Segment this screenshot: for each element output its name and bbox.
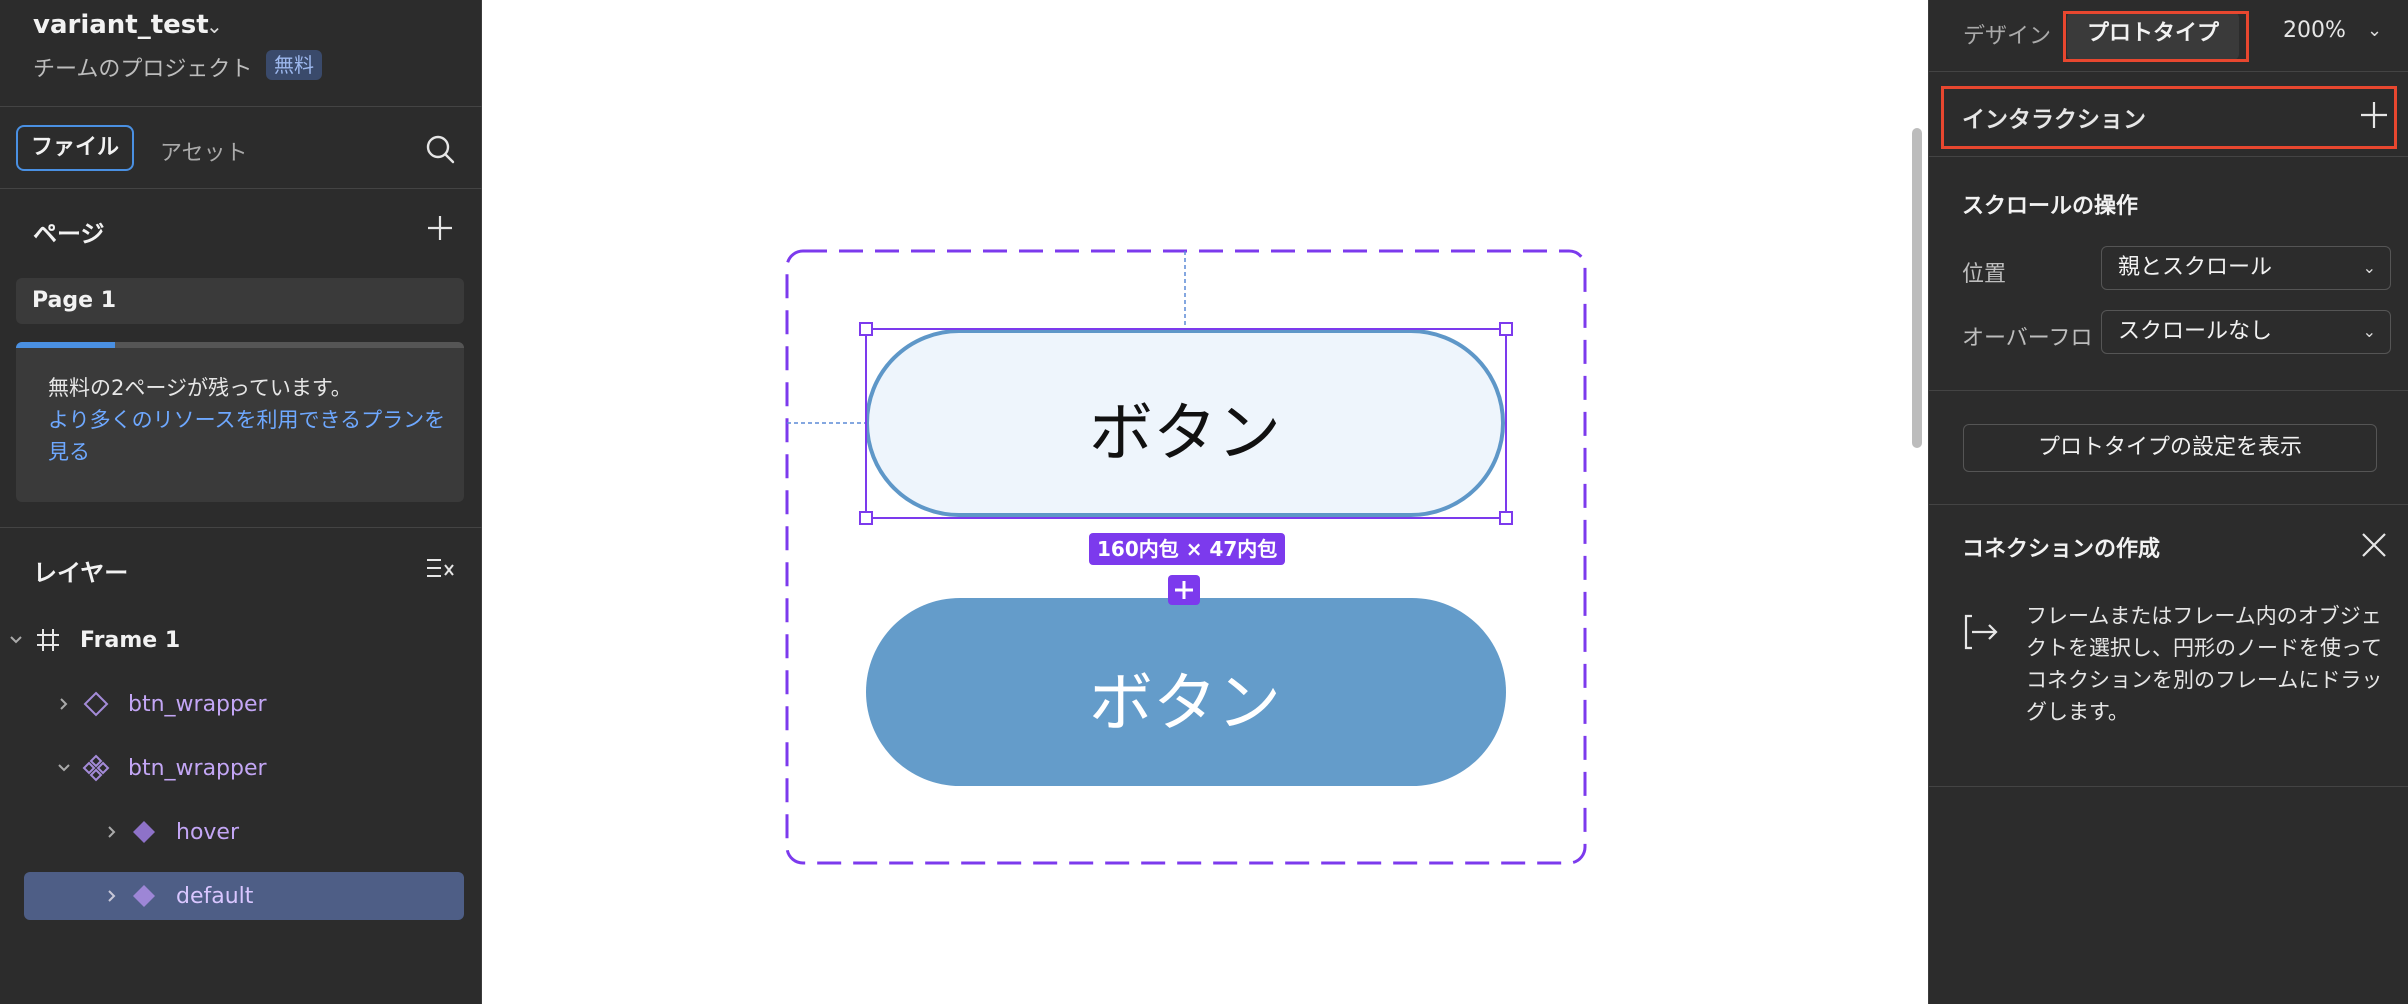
plan-notice: 無料の2ページが残っています。 より多くのリソースを利用できるプランを見る <box>16 342 464 502</box>
panel-tabs: デザイン プロトタイプ 200% ⌄ <box>1929 0 2408 72</box>
layer-row-btn-wrapper-set[interactable]: btn_wrapper <box>0 744 482 792</box>
page-item[interactable]: Page 1 <box>16 278 464 324</box>
connection-heading: コネクションの作成 <box>1962 537 2161 562</box>
divider <box>1929 504 2408 505</box>
size-badge: 160内包 × 47内包 <box>1089 533 1286 565</box>
layer-label: hover <box>176 820 240 845</box>
plus-icon <box>1175 581 1193 599</box>
tab-file[interactable]: ファイル <box>16 125 134 171</box>
plan-notice-text: 無料の2ページが残っています。 <box>48 376 352 400</box>
variant-icon <box>133 885 155 907</box>
layer-row-frame[interactable]: Frame 1 <box>0 616 482 664</box>
close-icon[interactable] <box>2359 530 2389 560</box>
selection-handle <box>859 511 873 525</box>
page-usage-fill <box>16 342 115 348</box>
variant-icon <box>133 821 155 843</box>
selection-handle <box>859 322 873 336</box>
add-interaction-icon[interactable] <box>2357 98 2391 132</box>
chevron-down-icon[interactable] <box>56 756 72 780</box>
design-canvas[interactable]: ボタン ボタン 160内包 × 47内包 <box>482 0 1928 1004</box>
divider <box>1929 156 2408 157</box>
prototype-settings-button[interactable]: プロトタイプの設定を表示 <box>1963 424 2377 472</box>
add-variant-button[interactable] <box>1168 575 1200 605</box>
connection-description: フレームまたはフレーム内のオブジェクトを選択し、円形のノードを使ってコネクション… <box>2026 604 2383 724</box>
team-name[interactable]: チームのプロジェクト <box>33 51 252 83</box>
layer-row-hover[interactable]: hover <box>0 808 482 856</box>
overflow-select[interactable]: スクロールなし ⌄ <box>2101 310 2391 354</box>
chevron-down-icon[interactable] <box>8 628 24 652</box>
button-hover-label[interactable]: ボタン <box>867 382 1503 474</box>
highlight-annotation <box>2063 11 2249 62</box>
file-name[interactable]: variant_test <box>33 10 209 40</box>
chevron-down-icon[interactable]: ⌄ <box>206 14 223 38</box>
zoom-level[interactable]: 200% <box>2283 18 2346 43</box>
chevron-right-icon[interactable] <box>104 884 120 908</box>
file-header: variant_test ⌄ チームのプロジェクト 無料 <box>0 0 482 107</box>
layer-label: Frame 1 <box>80 628 181 653</box>
divider <box>0 527 482 528</box>
tab-design[interactable]: デザイン <box>1963 18 2051 50</box>
selection-handle <box>1499 511 1513 525</box>
layer-row-default[interactable]: default <box>24 872 464 920</box>
overflow-label: オーバーフロ <box>1962 326 2093 351</box>
overflow-value: スクロールなし <box>2118 319 2273 344</box>
tab-assets[interactable]: アセット <box>160 135 248 167</box>
add-page-icon[interactable] <box>424 212 456 244</box>
figma-app: variant_test ⌄ チームのプロジェクト 無料 ファイル アセット ペ… <box>0 0 2408 1004</box>
chevron-down-icon: ⌄ <box>2362 258 2376 277</box>
layer-row-btn-wrapper[interactable]: btn_wrapper <box>0 680 482 728</box>
pages-heading: ページ <box>33 220 105 248</box>
scroll-behavior-heading: スクロールの操作 <box>1962 194 2139 219</box>
component-set-icon <box>82 754 110 782</box>
properties-panel: デザイン プロトタイプ 200% ⌄ インタラクション スクロールの操作 位置 … <box>1928 0 2408 1004</box>
chevron-down-icon: ⌄ <box>2362 322 2376 341</box>
position-select[interactable]: 親とスクロール ⌄ <box>2101 246 2391 290</box>
chevron-down-icon[interactable]: ⌄ <box>2367 20 2382 41</box>
chevron-right-icon[interactable] <box>56 692 72 716</box>
chevron-right-icon[interactable] <box>104 820 120 844</box>
button-default-label[interactable]: ボタン <box>867 652 1503 744</box>
left-sidebar: variant_test ⌄ チームのプロジェクト 無料 ファイル アセット ペ… <box>0 0 482 1004</box>
canvas-drawing <box>785 249 1587 865</box>
selection-handle <box>1499 322 1513 336</box>
position-label: 位置 <box>1962 262 2007 287</box>
layers-heading: レイヤー <box>33 559 129 587</box>
left-tabs: ファイル アセット <box>0 107 482 189</box>
layer-label: btn_wrapper <box>128 692 267 717</box>
component-outline-icon <box>83 691 109 717</box>
canvas-scrollbar[interactable] <box>1912 128 1922 448</box>
frame-icon <box>37 629 59 651</box>
interaction-heading: インタラクション <box>1962 107 2146 133</box>
plan-badge: 無料 <box>266 50 322 80</box>
divider <box>1929 786 2408 787</box>
layer-list-options-icon[interactable] <box>424 552 456 584</box>
search-icon[interactable] <box>424 133 456 165</box>
layer-label: default <box>176 884 254 909</box>
connection-icon <box>1964 614 1998 650</box>
position-value: 親とスクロール <box>2118 255 2273 280</box>
divider <box>1929 390 2408 391</box>
upgrade-link[interactable]: より多くのリソースを利用できるプランを見る <box>48 404 448 468</box>
layer-label: btn_wrapper <box>128 756 267 781</box>
page-usage-bar <box>16 342 464 348</box>
